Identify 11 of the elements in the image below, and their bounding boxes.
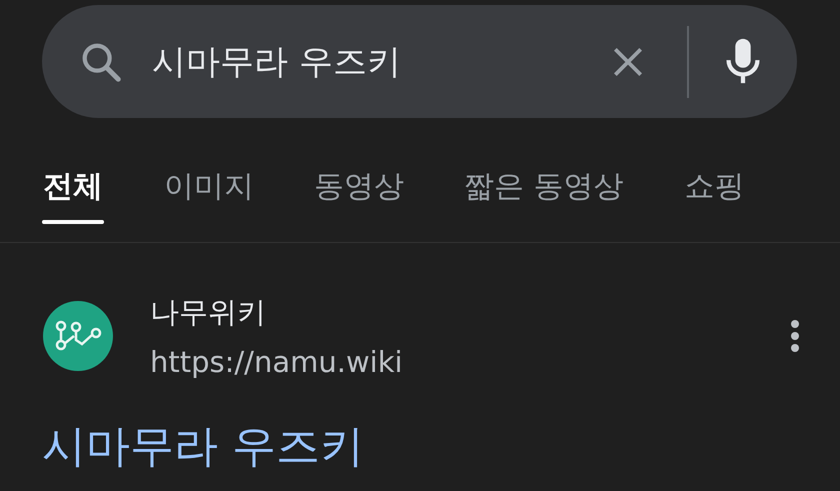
search-tab[interactable]: 이미지 [164, 166, 254, 242]
site-logo-icon [42, 300, 114, 372]
search-tab[interactable]: 전체 [42, 166, 104, 242]
site-url: https://namu.wiki [150, 345, 404, 379]
search-tab[interactable]: 쇼핑 [684, 166, 746, 242]
search-tab[interactable]: 짧은 동영상 [464, 166, 624, 242]
site-name: 나무위키 [150, 294, 267, 331]
search-field[interactable]: 시마무라 우즈키 [152, 42, 609, 82]
result-title-link[interactable]: 시마무라 우즈키 [42, 417, 364, 476]
more-options-button[interactable] [790, 319, 800, 353]
search-tab[interactable]: 동영상 [314, 166, 404, 242]
